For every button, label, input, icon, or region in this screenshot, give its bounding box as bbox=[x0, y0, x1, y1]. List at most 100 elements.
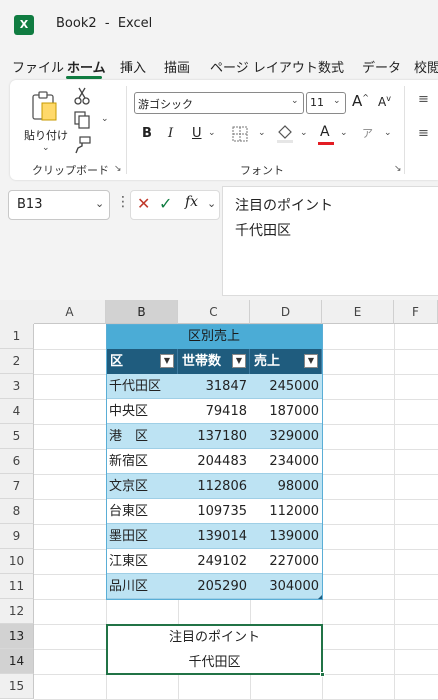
value-cell[interactable]: 98000 bbox=[250, 474, 322, 499]
borders-dropdown-icon[interactable]: ⌄ bbox=[258, 128, 266, 138]
value-cell[interactable]: 329000 bbox=[250, 424, 322, 449]
value-cell[interactable]: 304000 bbox=[250, 574, 322, 599]
row-header-5[interactable]: 5 bbox=[0, 424, 34, 449]
tab-formulas[interactable]: 数式 bbox=[318, 57, 344, 76]
value-cell[interactable]: 137180 bbox=[178, 424, 250, 449]
worksheet-grid[interactable]: A B C D E F 1 2 3 4 5 6 7 8 9 10 11 12 13 14 15 区別売上区 ▼ 世帯数 ▼ 売上 ▼… bbox=[0, 300, 438, 700]
tab-home[interactable]: ホーム bbox=[67, 57, 106, 76]
tab-review[interactable]: 校閲 bbox=[414, 57, 438, 76]
fill-color-icon[interactable] bbox=[276, 124, 294, 144]
tab-data[interactable]: データ bbox=[362, 57, 401, 76]
row-header-3[interactable]: 3 bbox=[0, 374, 34, 399]
table-title[interactable]: 区別売上 bbox=[106, 324, 322, 349]
tab-insert[interactable]: 挿入 bbox=[120, 57, 146, 76]
row-header-10[interactable]: 10 bbox=[0, 549, 34, 574]
clipboard-launcher-icon[interactable]: ↘ bbox=[114, 164, 122, 174]
bold-button[interactable]: B bbox=[142, 126, 152, 141]
select-all-corner[interactable] bbox=[0, 300, 35, 324]
column-header-d[interactable]: D bbox=[250, 300, 322, 324]
borders-icon[interactable] bbox=[232, 126, 248, 142]
filter-dropdown-button[interactable]: ▼ bbox=[232, 354, 246, 368]
italic-button[interactable]: I bbox=[168, 126, 173, 141]
phonetic-guide-icon[interactable]: ア bbox=[362, 125, 373, 141]
cancel-icon[interactable]: ✕ bbox=[137, 194, 150, 213]
font-launcher-icon[interactable]: ↘ bbox=[394, 164, 402, 174]
value-cell[interactable]: 234000 bbox=[250, 449, 322, 474]
row-header-1[interactable]: 1 bbox=[0, 324, 34, 349]
formula-input[interactable]: 注目のポイント 千代田区 bbox=[222, 186, 438, 296]
selected-note-cell[interactable]: 注目のポイント 千代田区 bbox=[106, 624, 323, 675]
district-cell[interactable]: 中央区 bbox=[106, 399, 178, 424]
fill-handle[interactable] bbox=[320, 672, 325, 677]
value-cell[interactable]: 79418 bbox=[178, 399, 250, 424]
underline-button[interactable]: U bbox=[192, 126, 202, 141]
table-resize-handle[interactable] bbox=[318, 595, 322, 599]
row-header-6[interactable]: 6 bbox=[0, 449, 34, 474]
column-header-c[interactable]: C bbox=[178, 300, 250, 324]
chevron-down-icon[interactable]: ⌄ bbox=[207, 197, 216, 210]
district-cell[interactable]: 墨田区 bbox=[106, 524, 178, 549]
row-header-15[interactable]: 15 bbox=[0, 674, 34, 699]
fill-color-dropdown-icon[interactable]: ⌄ bbox=[300, 128, 308, 138]
column-header-a[interactable]: A bbox=[34, 300, 106, 324]
grow-font-button[interactable]: A^ bbox=[352, 92, 369, 110]
district-cell[interactable]: 品川区 bbox=[106, 574, 178, 599]
district-cell[interactable]: 文京区 bbox=[106, 474, 178, 499]
more-options-icon[interactable]: ⋮ bbox=[116, 194, 130, 210]
district-cell[interactable]: 千代田区 bbox=[106, 374, 178, 399]
row-header-8[interactable]: 8 bbox=[0, 499, 34, 524]
tab-file[interactable]: ファイル bbox=[12, 57, 64, 76]
name-box[interactable]: B13 ⌄ bbox=[8, 190, 110, 220]
value-cell[interactable]: 109735 bbox=[178, 499, 250, 524]
filter-dropdown-button[interactable]: ▼ bbox=[160, 354, 174, 368]
font-color-button[interactable]: A bbox=[320, 124, 330, 140]
table-header-cell[interactable]: 区 ▼ bbox=[106, 349, 178, 374]
insert-function-icon[interactable]: fx bbox=[185, 194, 198, 210]
row-header-13[interactable]: 13 bbox=[0, 624, 34, 649]
copy-icon[interactable] bbox=[74, 111, 92, 129]
row-header-7[interactable]: 7 bbox=[0, 474, 34, 499]
row-header-4[interactable]: 4 bbox=[0, 399, 34, 424]
row-header-12[interactable]: 12 bbox=[0, 599, 34, 624]
value-cell[interactable]: 139014 bbox=[178, 524, 250, 549]
font-size-dropdown[interactable]: 11 ⌄ bbox=[306, 92, 346, 114]
phonetic-dropdown-icon[interactable]: ⌄ bbox=[384, 128, 392, 138]
enter-icon[interactable]: ✓ bbox=[159, 194, 172, 213]
underline-dropdown-icon[interactable]: ⌄ bbox=[208, 128, 216, 138]
font-color-dropdown-icon[interactable]: ⌄ bbox=[340, 128, 348, 138]
district-cell[interactable]: 港 区 bbox=[106, 424, 178, 449]
value-cell[interactable]: 205290 bbox=[178, 574, 250, 599]
font-name-dropdown[interactable]: 游ゴシック ⌄ bbox=[134, 92, 304, 114]
column-header-b[interactable]: B bbox=[106, 300, 178, 324]
value-cell[interactable]: 245000 bbox=[250, 374, 322, 399]
district-cell[interactable]: 新宿区 bbox=[106, 449, 178, 474]
value-cell[interactable]: 204483 bbox=[178, 449, 250, 474]
column-header-e[interactable]: E bbox=[322, 300, 394, 324]
table-header-cell[interactable]: 世帯数 ▼ bbox=[178, 349, 250, 374]
value-cell[interactable]: 249102 bbox=[178, 549, 250, 574]
table-header-cell[interactable]: 売上 ▼ bbox=[250, 349, 322, 374]
row-header-2[interactable]: 2 bbox=[0, 349, 34, 374]
copy-dropdown-icon[interactable]: ⌄ bbox=[101, 114, 109, 124]
value-cell[interactable]: 187000 bbox=[250, 399, 322, 424]
tab-page-layout[interactable]: ページ レイアウト bbox=[210, 57, 318, 76]
column-header-f[interactable]: F bbox=[394, 300, 438, 324]
district-cell[interactable]: 台東区 bbox=[106, 499, 178, 524]
cut-icon[interactable] bbox=[74, 87, 90, 105]
align-lines-icon[interactable]: ≡ bbox=[418, 126, 429, 141]
value-cell[interactable]: 31847 bbox=[178, 374, 250, 399]
value-cell[interactable]: 227000 bbox=[250, 549, 322, 574]
format-painter-icon[interactable] bbox=[74, 136, 92, 154]
shrink-font-button[interactable]: Av bbox=[378, 94, 391, 109]
filter-dropdown-button[interactable]: ▼ bbox=[304, 354, 318, 368]
align-icon[interactable]: ≡ bbox=[418, 92, 429, 107]
row-header-9[interactable]: 9 bbox=[0, 524, 34, 549]
district-cell[interactable]: 江東区 bbox=[106, 549, 178, 574]
row-header-11[interactable]: 11 bbox=[0, 574, 34, 599]
tab-draw[interactable]: 描画 bbox=[164, 57, 190, 76]
value-cell[interactable]: 139000 bbox=[250, 524, 322, 549]
value-cell[interactable]: 112806 bbox=[178, 474, 250, 499]
row-header-14[interactable]: 14 bbox=[0, 649, 34, 674]
paste-button[interactable]: 貼り付け ⌄ bbox=[22, 86, 72, 166]
value-cell[interactable]: 112000 bbox=[250, 499, 322, 524]
